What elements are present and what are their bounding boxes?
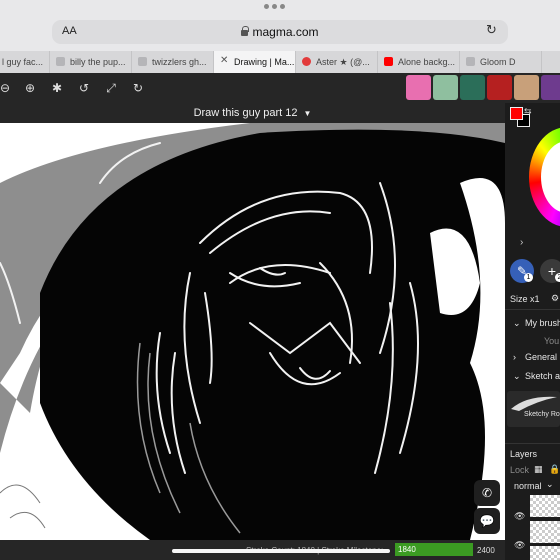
- eye-icon[interactable]: 👁: [514, 511, 525, 522]
- drawing-title: Draw this guy part 12: [193, 107, 298, 119]
- rotate-left-icon[interactable]: ↺: [77, 81, 91, 95]
- progress-max: 2400: [477, 546, 495, 555]
- url-text[interactable]: magma.com: [252, 25, 318, 39]
- avatar[interactable]: [487, 75, 512, 100]
- brush-tool-button[interactable]: ✎ 1: [510, 259, 534, 283]
- tab-item[interactable]: billy the pup...: [50, 51, 132, 73]
- layer-thumbnail[interactable]: [530, 495, 560, 517]
- divider: [505, 309, 560, 310]
- tab-item[interactable]: Gloom D: [460, 51, 542, 73]
- tab-item[interactable]: twizzlers gh...: [132, 51, 214, 73]
- zoom-in-icon[interactable]: ⊕: [23, 81, 37, 95]
- brush-preview[interactable]: [507, 391, 560, 427]
- tab-item[interactable]: Alone backg...: [378, 51, 460, 73]
- lock-icon: [241, 26, 250, 36]
- tab-item[interactable]: Aster ★ (@...: [296, 51, 378, 73]
- layers-label: Layers: [510, 449, 538, 459]
- call-button[interactable]: ✆: [474, 480, 500, 506]
- brush-name: Sketchy Ro: [524, 411, 560, 418]
- rotate-right-icon[interactable]: ↻: [131, 81, 145, 95]
- foreground-color-swatch[interactable]: [510, 107, 523, 120]
- close-tab-icon[interactable]: ✕: [220, 55, 229, 66]
- progress-value: 1840: [398, 545, 416, 554]
- stroke-milestone-progress: 1840: [395, 543, 473, 556]
- chevron-right-icon[interactable]: ›: [513, 352, 516, 362]
- reload-icon[interactable]: ↻: [486, 23, 500, 37]
- layer-thumbnail[interactable]: [530, 546, 560, 560]
- eye-icon[interactable]: 👁: [514, 540, 525, 551]
- general-label[interactable]: General: [525, 352, 557, 362]
- brush-badge: 1: [524, 273, 533, 282]
- favicon-icon: [56, 57, 65, 66]
- avatar[interactable]: [514, 75, 539, 100]
- artwork: [0, 123, 505, 540]
- settings-icon[interactable]: ⚙: [551, 293, 559, 304]
- chevron-down-icon: ▼: [303, 109, 312, 118]
- drawing-canvas[interactable]: ✆ 💬: [0, 123, 505, 540]
- fit-icon[interactable]: ✱: [50, 81, 64, 95]
- chat-button[interactable]: 💬: [474, 508, 500, 534]
- collaborator-avatars: [406, 75, 560, 100]
- tab-label: billy the pup...: [70, 57, 126, 67]
- you-label: You: [544, 336, 560, 346]
- zoom-out-icon[interactable]: ⊖: [0, 81, 12, 95]
- swap-colors-icon[interactable]: ⇆: [524, 106, 532, 117]
- blend-mode-select[interactable]: normal: [514, 481, 542, 491]
- avatar[interactable]: [460, 75, 485, 100]
- drawing-title-bar[interactable]: Draw this guy part 12 ▼: [0, 103, 505, 123]
- tab-label: l guy fac...: [2, 57, 44, 67]
- browser-top-bar: AA magma.com ↻: [0, 0, 560, 51]
- avatar[interactable]: [406, 75, 431, 100]
- home-indicator[interactable]: [172, 549, 390, 553]
- favicon-icon: [466, 57, 475, 66]
- chevron-down-icon[interactable]: ⌄: [513, 318, 521, 329]
- my-brushes-label[interactable]: My brush: [525, 318, 560, 328]
- chevron-right-icon[interactable]: ›: [520, 237, 523, 248]
- tab-label: Aster ★ (@...: [316, 57, 370, 67]
- tab-bar: l guy fac... billy the pup... twizzlers …: [0, 51, 560, 73]
- layer-thumbnail[interactable]: [530, 521, 560, 543]
- lock-transparency-icon[interactable]: ▦: [534, 464, 543, 475]
- avatar[interactable]: [433, 75, 458, 100]
- favicon-icon: [302, 57, 311, 66]
- address-bar[interactable]: AA magma.com ↻: [52, 20, 508, 44]
- chevron-down-icon[interactable]: ⌄: [513, 371, 521, 382]
- tab-label: Alone backg...: [398, 57, 456, 67]
- divider: [505, 443, 560, 444]
- lock-icon[interactable]: 🔒: [549, 464, 560, 475]
- tab-label: Drawing | Ma...: [234, 57, 295, 67]
- tab-label: twizzlers gh...: [152, 57, 207, 67]
- favicon-icon: [138, 57, 147, 66]
- tab-label: Gloom D: [480, 57, 516, 67]
- size-label[interactable]: Size x1: [510, 294, 540, 304]
- lock-label: Lock: [510, 465, 530, 475]
- youtube-icon: [384, 57, 393, 66]
- sketch-label[interactable]: Sketch ar: [525, 371, 560, 381]
- tab-item[interactable]: l guy fac...: [0, 51, 50, 73]
- plus-badge: 2: [555, 273, 560, 282]
- right-panel: ⇆ › ✎ 1 + 2 Size x1 ⚙ ⌄ My brush You › G…: [505, 103, 560, 560]
- fullscreen-icon[interactable]: ⤢: [104, 81, 118, 95]
- tab-item-active[interactable]: ✕ Drawing | Ma...: [214, 51, 296, 73]
- multitasking-dots-icon[interactable]: [264, 4, 285, 9]
- magma-toolbar: ⊖ ⊕ ✱ ↺ ⤢ ↻: [0, 73, 560, 103]
- chevron-down-icon[interactable]: ⌄: [546, 479, 554, 490]
- avatar[interactable]: [541, 75, 560, 100]
- add-tool-button[interactable]: + 2: [540, 259, 560, 283]
